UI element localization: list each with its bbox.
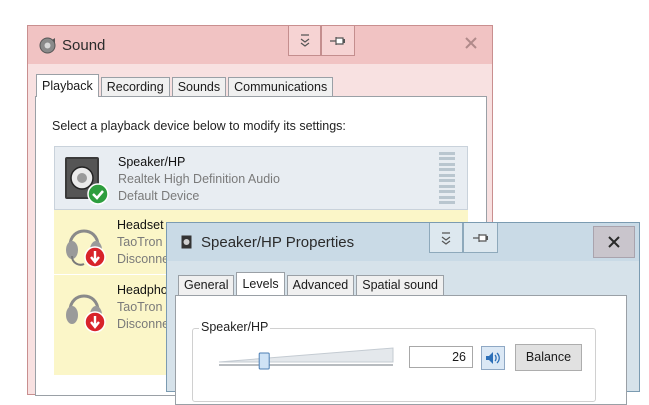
device-status: Default Device (118, 189, 200, 203)
properties-close-button[interactable] (593, 226, 635, 258)
instruction-text: Select a playback device below to modify… (52, 119, 346, 133)
sound-tab-strip: Playback Recording Sounds Communications (36, 74, 335, 97)
device-name: Speaker/HP (118, 155, 186, 169)
pin-icon (329, 35, 347, 47)
device-row-speaker[interactable]: Speaker/HP Realtek High Definition Audio… (54, 146, 468, 210)
device-driver: Realtek High Definition Audio (118, 172, 280, 186)
tab-playback[interactable]: Playback (36, 74, 99, 97)
close-icon (465, 36, 477, 49)
device-driver: TaoTron (117, 235, 163, 249)
tab-recording[interactable]: Recording (100, 77, 170, 97)
properties-collapse-button[interactable] (429, 223, 463, 253)
sound-collapse-button[interactable] (288, 26, 321, 56)
level-meter (439, 152, 455, 204)
close-icon (608, 236, 620, 248)
check-badge-icon (87, 183, 109, 208)
device-name: Headpho (117, 283, 168, 297)
mute-toggle-button[interactable] (481, 346, 505, 370)
device-name: Headset (117, 218, 164, 232)
properties-window: Speaker/HP Properties General Levels Adv… (166, 222, 640, 405)
levels-panel: Speaker/HP 26 Balance (175, 295, 627, 405)
tab-advanced[interactable]: Advanced (286, 275, 355, 295)
collapse-icon (299, 33, 311, 48)
properties-window-title: Speaker/HP Properties (201, 233, 355, 251)
properties-tab-strip: General Levels Advanced Spatial sound (178, 272, 446, 295)
volume-value-field[interactable]: 26 (409, 346, 473, 368)
tab-sounds[interactable]: Sounds (171, 77, 227, 97)
tab-levels[interactable]: Levels (236, 272, 285, 295)
sound-app-icon (39, 37, 56, 54)
tab-communications[interactable]: Communications (228, 77, 334, 97)
group-label: Speaker/HP (199, 320, 271, 334)
sound-pin-button[interactable] (321, 26, 355, 56)
tab-spatial-sound[interactable]: Spatial sound (356, 275, 444, 295)
volume-slider[interactable] (218, 347, 394, 370)
down-arrow-badge-icon (84, 246, 106, 271)
sound-window-title: Sound (62, 36, 106, 54)
volume-slider-thumb[interactable] (258, 352, 270, 370)
speaker-level-group: Speaker/HP 26 Balance (192, 320, 596, 402)
speaker-volume-icon (485, 351, 501, 365)
device-status: Disconne (117, 252, 170, 266)
properties-pin-button[interactable] (463, 223, 498, 253)
properties-app-icon (181, 235, 192, 249)
sound-close-button[interactable] (454, 26, 488, 59)
properties-titlebar[interactable]: Speaker/HP Properties (167, 223, 639, 261)
balance-button[interactable]: Balance (515, 344, 582, 371)
tab-general[interactable]: General (178, 275, 235, 295)
pin-icon (472, 232, 490, 244)
down-arrow-badge-icon (84, 311, 106, 336)
device-driver: TaoTron (117, 300, 163, 314)
sound-titlebar[interactable]: Sound (28, 26, 492, 64)
device-status: Disconne (117, 317, 170, 331)
collapse-icon (440, 231, 452, 245)
